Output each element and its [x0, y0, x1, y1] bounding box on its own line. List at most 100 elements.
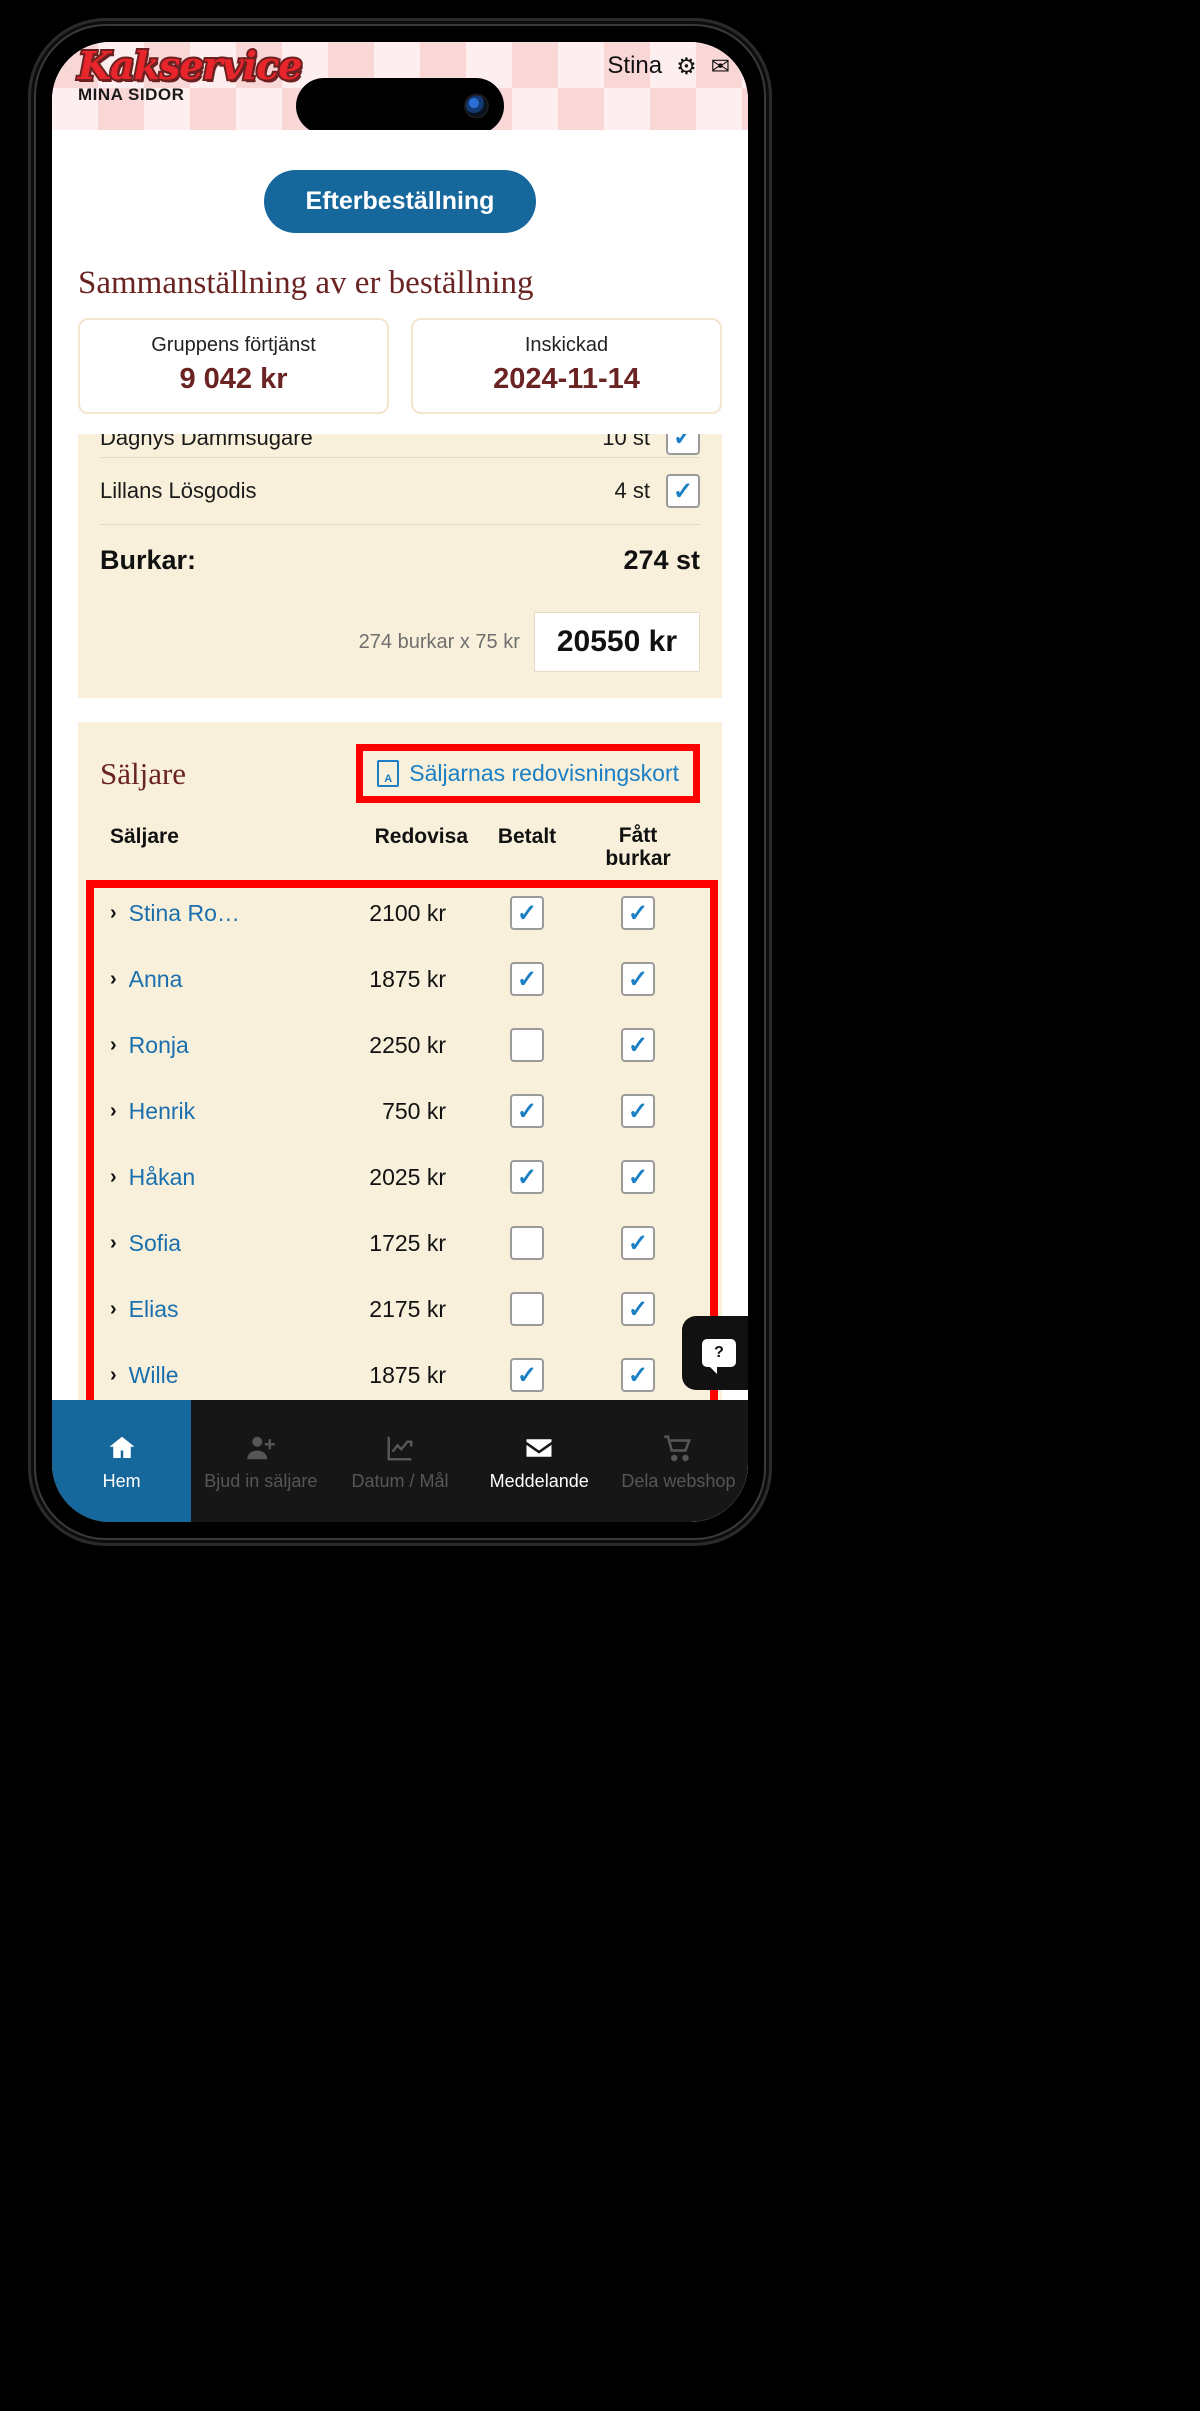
seller-name-cell[interactable]: › Anna [110, 966, 318, 993]
stat-value: 2024-11-14 [493, 363, 640, 395]
nav-item-datum-mal[interactable]: Datum / Mål [330, 1400, 469, 1522]
sellers-panel: Säljare A Säljarnas redovisningskort Säl… [78, 722, 722, 1409]
sellers-header: Säljare A Säljarnas redovisningskort [100, 744, 700, 803]
paid-checkbox[interactable]: ✓ [510, 1094, 544, 1129]
cta-row: Efterbeställning [52, 130, 748, 261]
chevron-right-icon: › [110, 1165, 117, 1188]
chevron-right-icon: › [110, 1231, 117, 1254]
nav-item-bjud-in-saljare[interactable]: Bjud in säljare [191, 1400, 330, 1522]
paid-checkbox[interactable]: ✓ [510, 1160, 544, 1195]
seller-cans-cell: ✓ [586, 1028, 690, 1063]
table-row[interactable]: › Elias 2175 kr ✓ ✓ [100, 1276, 700, 1342]
seller-paid-cell: ✓ [468, 962, 586, 997]
bottom-navigation: Hem Bjud in säljare Datum / Mål Meddelan… [52, 1400, 748, 1522]
nav-item-hem[interactable]: Hem [52, 1400, 192, 1522]
table-row[interactable]: › Håkan 2025 kr ✓ ✓ [100, 1144, 700, 1210]
table-row[interactable]: › Henrik 750 kr ✓ ✓ [100, 1078, 700, 1144]
order-row: Dagnys Dammsugare 10 st ✓ [100, 434, 700, 458]
header-actions: Stina ⚙ ✉ [607, 52, 730, 80]
seller-paid-cell: ✓ [468, 896, 586, 931]
seller-amount: 1875 kr [369, 965, 446, 992]
table-row[interactable]: › Sofia 1725 kr ✓ ✓ [100, 1210, 700, 1276]
seller-name-cell[interactable]: › Stina Ro… [110, 900, 318, 927]
seller-cans-cell: ✓ [586, 1226, 690, 1261]
column-header-paid: Betalt [497, 825, 557, 848]
seller-name: Elias [128, 1295, 179, 1322]
paid-checkbox[interactable]: ✓ [510, 1292, 544, 1327]
burkar-value: 274 st [623, 545, 700, 575]
burkar-total-row: Burkar: 274 st [100, 525, 700, 582]
nav-label: Datum / Mål [351, 1470, 449, 1491]
pdf-file-icon: A [377, 760, 400, 787]
chat-help-button[interactable]: ? [682, 1316, 748, 1390]
nav-item-dela-webshop[interactable]: Dela webshop [609, 1400, 748, 1522]
seller-name: Håkan [128, 1163, 196, 1190]
table-row[interactable]: › Wille 1875 kr ✓ ✓ [100, 1342, 700, 1408]
cans-checkbox[interactable]: ✓ [621, 1292, 655, 1327]
seller-amount: 2100 kr [369, 899, 446, 926]
cart-icon [664, 1435, 692, 1461]
chevron-right-icon: › [110, 1099, 117, 1122]
column-header-amount: Redovisa [374, 825, 468, 848]
cans-checkbox[interactable]: ✓ [621, 1358, 655, 1393]
gear-icon[interactable]: ⚙ [676, 54, 697, 78]
chevron-right-icon: › [110, 1033, 117, 1056]
cans-checkbox[interactable]: ✓ [621, 962, 655, 997]
order-item-checkbox[interactable]: ✓ [666, 434, 700, 455]
seller-name-cell[interactable]: › Håkan [110, 1164, 318, 1191]
table-row[interactable]: › Anna 1875 kr ✓ ✓ [100, 946, 700, 1012]
dynamic-island [296, 78, 504, 130]
chevron-right-icon: › [110, 1297, 117, 1320]
seller-name: Anna [128, 965, 183, 992]
paid-checkbox[interactable]: ✓ [510, 962, 544, 997]
phone-bezel: Kakservice MINA SIDOR Stina ⚙ ✉ Efterbes… [34, 24, 766, 1540]
user-name[interactable]: Stina [607, 52, 662, 80]
seller-name-cell[interactable]: › Elias [110, 1296, 318, 1323]
stat-label: Inskickad [524, 334, 609, 356]
cans-checkbox[interactable]: ✓ [621, 1094, 655, 1129]
seller-amount: 2025 kr [369, 1163, 446, 1190]
seller-amount: 2175 kr [369, 1295, 446, 1322]
seller-cans-cell: ✓ [586, 1292, 690, 1327]
paid-checkbox[interactable]: ✓ [510, 1028, 544, 1063]
total-amount: 20550 kr [533, 612, 700, 672]
seller-paid-cell: ✓ [468, 1292, 586, 1327]
paid-checkbox[interactable]: ✓ [510, 1358, 544, 1393]
seller-amount: 1725 kr [369, 1229, 446, 1256]
cans-checkbox[interactable]: ✓ [621, 1028, 655, 1063]
chat-help-icon: ? [702, 1339, 736, 1374]
cans-checkbox[interactable]: ✓ [621, 1226, 655, 1261]
stat-cards: Gruppens förtjänst 9 042 kr Inskickad 20… [52, 318, 748, 430]
order-item-name: Dagnys Dammsugare [100, 434, 313, 450]
table-row[interactable]: › Ronja 2250 kr ✓ ✓ [100, 1012, 700, 1078]
seller-paid-cell: ✓ [468, 1094, 586, 1129]
site-logo[interactable]: Kakservice MINA SIDOR [76, 44, 304, 105]
envelope-icon[interactable]: ✉ [711, 54, 730, 78]
chevron-right-icon: › [110, 1363, 117, 1386]
seller-name-cell[interactable]: › Henrik [110, 1098, 318, 1125]
chart-line-icon [387, 1436, 413, 1460]
burkar-label: Burkar: [100, 545, 197, 575]
paid-checkbox[interactable]: ✓ [510, 896, 544, 931]
seller-amount: 1875 kr [369, 1361, 446, 1388]
order-summary-panel: Dagnys Dammsugare 10 st ✓ Lillans Lösgod… [78, 434, 722, 698]
cans-checkbox[interactable]: ✓ [621, 896, 655, 931]
nav-item-meddelande[interactable]: Meddelande [470, 1400, 609, 1522]
cans-checkbox[interactable]: ✓ [621, 1160, 655, 1195]
phone-screen: Kakservice MINA SIDOR Stina ⚙ ✉ Efterbes… [52, 42, 748, 1522]
column-header-cans: Fått burkar [605, 824, 671, 870]
front-camera-icon [466, 95, 487, 117]
seller-name: Wille [128, 1361, 179, 1388]
seller-cans-cell: ✓ [586, 962, 690, 997]
table-row[interactable]: › Stina Ro… 2100 kr ✓ ✓ [100, 880, 700, 946]
paid-checkbox[interactable]: ✓ [510, 1226, 544, 1261]
order-total-row: 274 burkar x 75 kr 20550 kr [100, 582, 700, 672]
order-item-name: Lillans Lösgodis [100, 478, 257, 503]
efterbestallning-button[interactable]: Efterbeställning [263, 170, 537, 233]
order-item-checkbox[interactable]: ✓ [666, 474, 700, 508]
seller-name-cell[interactable]: › Ronja [110, 1032, 318, 1059]
seller-name: Stina Ro… [128, 899, 240, 926]
sellers-report-card-link[interactable]: A Säljarnas redovisningskort [356, 744, 700, 803]
seller-name-cell[interactable]: › Wille [110, 1362, 318, 1389]
seller-name-cell[interactable]: › Sofia [110, 1230, 318, 1257]
